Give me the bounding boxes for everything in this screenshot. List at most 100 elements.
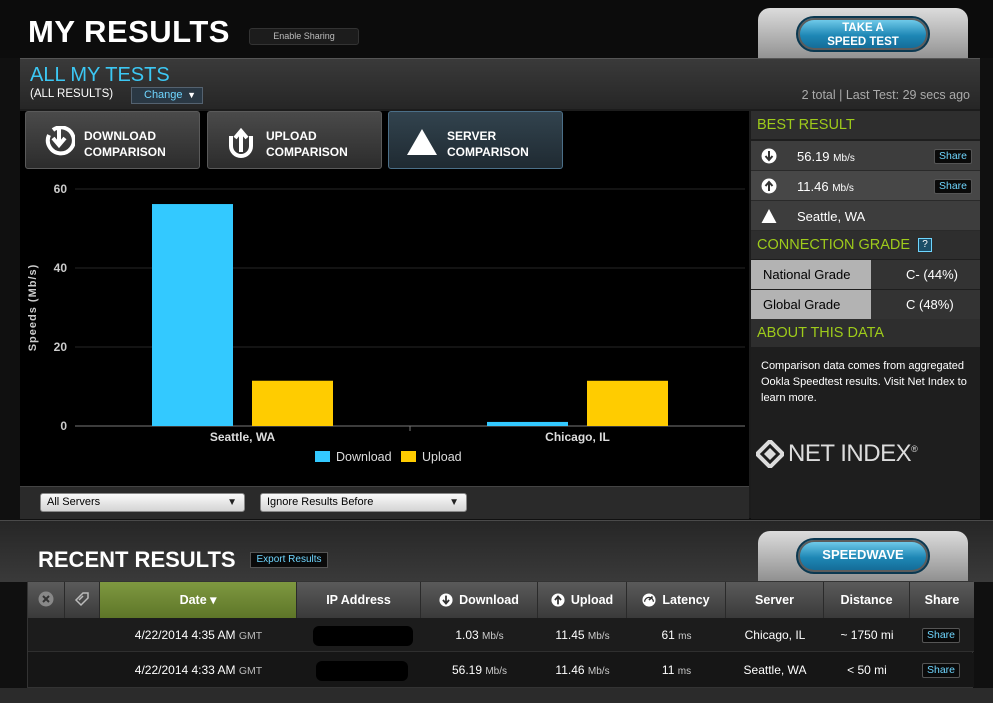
upload-comparison-line1: UPLOAD — [266, 129, 317, 143]
take-test-line1: TAKE A — [842, 22, 884, 34]
row-share-button[interactable]: Share — [922, 628, 960, 643]
servers-select[interactable]: All Servers ▼ — [40, 493, 245, 512]
table-row[interactable]: 4/22/2014 4:33 AM GMT 56.19 Mb/s 11.46 M… — [28, 653, 974, 687]
best-result-heading: BEST RESULT — [751, 111, 980, 139]
server-comparison-button[interactable]: SERVER COMPARISON — [388, 111, 563, 169]
upload-column-header[interactable]: Upload — [538, 582, 627, 618]
row-download-unit: Mb/s — [485, 666, 508, 677]
best-upload-unit: Mb/s — [832, 183, 854, 194]
tests-subtitle: (ALL RESULTS) — [30, 88, 114, 100]
change-label: Change — [144, 89, 183, 101]
row-upload-unit: Mb/s — [587, 631, 610, 642]
ignore-results-select-value: Ignore Results Before — [267, 496, 374, 508]
ignore-results-select[interactable]: Ignore Results Before ▼ — [260, 493, 467, 512]
chart-area: DOWNLOAD COMPARISON UPLOAD COMPARISON SE… — [20, 111, 749, 486]
row-latency-unit: ms — [678, 631, 692, 642]
chevron-down-icon: ▼ — [227, 497, 237, 508]
bar-download-1 — [487, 421, 568, 426]
download-comparison-line1: DOWNLOAD — [84, 129, 156, 143]
best-upload-value: 11.46 Mb/s — [797, 179, 854, 194]
national-grade-label: National Grade — [751, 260, 871, 289]
enable-sharing-toggle[interactable]: Enable Sharing — [249, 28, 359, 45]
download-comparison-button[interactable]: DOWNLOAD COMPARISON — [25, 111, 200, 169]
recent-results-title: RECENT RESULTS — [38, 547, 236, 572]
net-index-logo-icon — [756, 440, 784, 468]
row-server: Seattle, WA — [743, 663, 807, 677]
tests-header: ALL MY TESTS (ALL RESULTS) Change ▼ 2 to… — [20, 59, 980, 109]
take-speed-test-button[interactable]: TAKE A SPEED TEST — [796, 16, 930, 52]
ip-column-header[interactable]: IP Address — [297, 582, 421, 618]
net-index-wordmark: NET INDEX® — [788, 440, 918, 468]
net-index-name: NET INDEX — [788, 440, 912, 467]
redacted-ip — [313, 626, 413, 646]
bar-download-0 — [152, 204, 233, 426]
all-tests-panel: ALL MY TESTS (ALL RESULTS) Change ▼ 2 to… — [20, 58, 980, 519]
table-row[interactable]: 4/22/2014 4:35 AM GMT 1.03 Mb/s 11.45 Mb… — [28, 618, 974, 652]
legend-label: Download — [336, 450, 392, 464]
caret-down-icon: ▼ — [187, 90, 196, 100]
x-category-label: Seattle, WA — [210, 430, 276, 444]
share-column-header: Share — [910, 582, 974, 618]
row-date-value: 4/22/2014 4:33 AM — [134, 663, 236, 677]
upload-column-label: Upload — [570, 593, 614, 607]
tests-meta: 2 total | Last Test: 29 secs ago — [801, 88, 970, 102]
best-download-number: 56.19 — [797, 149, 830, 164]
download-circle-icon — [439, 593, 453, 607]
share-download-button[interactable]: Share — [934, 149, 972, 164]
distance-column-header[interactable]: Distance — [824, 582, 910, 618]
upload-circle-icon — [761, 178, 777, 194]
recent-results-header: RECENT RESULTS Export Results SPEEDWAVE — [0, 520, 993, 583]
download-comparison-line2: COMPARISON — [84, 145, 166, 159]
national-grade-value: C- (44%) — [871, 260, 980, 289]
export-results-button[interactable]: Export Results — [250, 552, 328, 568]
best-upload-row: 11.46 Mb/s Share — [751, 171, 980, 201]
row-date-value: 4/22/2014 4:35 AM — [134, 628, 236, 642]
speed-bar-chart: 0 20 40 60 Speeds (Mb/s) Seattle, WA Chicago, … — [27, 182, 745, 464]
select-column-header[interactable] — [65, 582, 100, 618]
row-upload: 11.46 Mb/s — [538, 653, 627, 687]
row-timezone: GMT — [238, 665, 263, 677]
row-distance: ~ 1750 mi — [840, 628, 894, 642]
share-upload-button[interactable]: Share — [934, 179, 972, 194]
row-distance: < 50 mi — [847, 663, 887, 677]
best-server-row: Seattle, WA — [751, 201, 980, 231]
row-share-button[interactable]: Share — [922, 663, 960, 678]
close-circle-icon — [38, 591, 54, 607]
redacted-ip — [316, 661, 408, 681]
y-axis-label: Speeds (Mb/s) — [27, 264, 39, 352]
upload-circle-icon — [551, 593, 565, 607]
upload-comparison-button[interactable]: UPLOAD COMPARISON — [207, 111, 382, 169]
latency-column-label: Latency — [662, 593, 710, 607]
speedwave-button[interactable]: SPEEDWAVE — [796, 538, 930, 574]
row-latency: 61 ms — [627, 618, 726, 652]
results-sidebar: BEST RESULT 56.19 Mb/s Share 11.46 Mb/s … — [751, 111, 980, 519]
server-triangle-icon — [761, 209, 777, 223]
row-download-unit: Mb/s — [482, 631, 504, 642]
global-grade-row: Global Grade C (48%) — [751, 290, 980, 320]
national-grade-row: National Grade C- (44%) — [751, 260, 980, 290]
download-column-header[interactable]: Download — [421, 582, 538, 618]
server-comparison-line1: SERVER — [447, 129, 497, 143]
registered-mark: ® — [911, 444, 918, 454]
legend-swatch — [315, 451, 330, 462]
take-test-line2: SPEED TEST — [827, 36, 899, 48]
bottom-strip — [0, 688, 993, 703]
change-dropdown[interactable]: Change ▼ — [131, 87, 203, 104]
server-column-header[interactable]: Server — [726, 582, 824, 618]
row-download-value: 1.03 — [455, 628, 479, 642]
download-arrow-icon — [45, 126, 75, 156]
upload-comparison-label: UPLOAD COMPARISON — [266, 128, 348, 160]
latency-column-header[interactable]: Latency — [627, 582, 726, 618]
y-tick-label: 40 — [54, 261, 68, 275]
grade-help-button[interactable]: ? — [918, 238, 932, 252]
delete-column-header[interactable] — [28, 582, 65, 618]
speedwave-tab: SPEEDWAVE — [758, 531, 968, 583]
tag-icon — [74, 592, 89, 607]
net-index-logo[interactable]: NET INDEX® — [756, 438, 921, 468]
server-comparison-line2: COMPARISON — [447, 145, 529, 159]
recent-results-table: Date ▾ IP Address Download Upload Latenc… — [27, 581, 974, 688]
x-category-label: Chicago, IL — [545, 430, 610, 444]
about-data-heading: ABOUT THIS DATA — [751, 319, 980, 347]
date-column-header[interactable]: Date ▾ — [100, 582, 297, 618]
upload-arrow-icon — [229, 127, 253, 158]
